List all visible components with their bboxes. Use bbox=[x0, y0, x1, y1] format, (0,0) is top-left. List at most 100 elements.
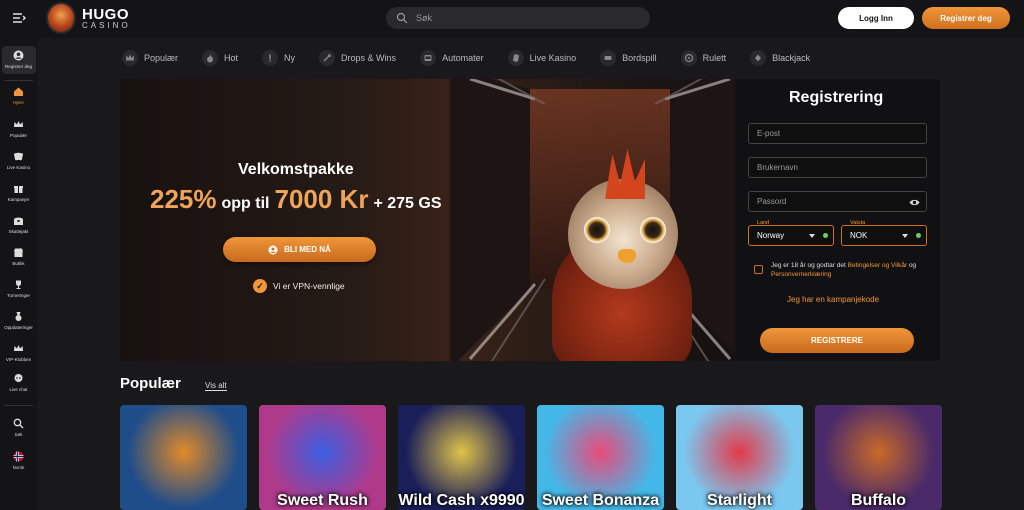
cards-icon bbox=[13, 150, 25, 162]
join-now-label: BLI MED NÅ bbox=[284, 245, 331, 254]
medal-icon bbox=[13, 310, 25, 322]
sidebar-item-label: Hjem bbox=[13, 100, 24, 105]
sidebar-item-home[interactable]: Hjem bbox=[0, 85, 37, 105]
tab-hot[interactable]: Hot bbox=[202, 50, 238, 66]
login-button[interactable]: Logg Inn bbox=[838, 7, 914, 29]
show-password-icon[interactable] bbox=[909, 197, 920, 208]
roulette-icon bbox=[680, 50, 697, 66]
terms-and: og bbox=[908, 262, 917, 269]
terms-prefix: Jeg er 18 år og godtar det bbox=[771, 262, 846, 269]
sidebar-divider bbox=[4, 80, 33, 81]
hero-offer: 225% opp til 7000 Kr + 275 GS bbox=[150, 184, 447, 215]
sidebar-item-language[interactable]: Norsk bbox=[0, 450, 37, 470]
category-bar: Populær Hot Ny Drops & Wins Automater Li… bbox=[120, 46, 940, 70]
tab-label: Rulett bbox=[702, 53, 727, 63]
sidebar-item-label: Butikk bbox=[12, 261, 25, 266]
sidebar-item-tournaments[interactable]: Turneringer bbox=[0, 278, 37, 298]
sidebar-item-popular[interactable]: Populær bbox=[0, 118, 37, 138]
terms-link[interactable]: Betingelser og Vilkår bbox=[848, 262, 908, 269]
sidebar-item-treasure-hunt[interactable]: Skattejakt bbox=[0, 214, 37, 234]
game-card-title: Wild Cash x9990 bbox=[398, 492, 525, 509]
sidebar-item-live-chat[interactable]: Live chat bbox=[0, 372, 37, 392]
password-field[interactable] bbox=[748, 191, 927, 212]
see-all-link[interactable]: Vis alt bbox=[205, 381, 227, 391]
privacy-link[interactable]: Personvernerklæring bbox=[771, 271, 831, 278]
game-card[interactable]: Starlight bbox=[676, 405, 803, 510]
sidebar-item-live-casino[interactable]: Live Kasino bbox=[0, 150, 37, 170]
sidebar-item-shop[interactable]: Butikk bbox=[0, 246, 37, 266]
mascot-left-eye bbox=[584, 217, 610, 243]
tab-label: Automater bbox=[442, 53, 484, 63]
terms-checkbox[interactable] bbox=[754, 265, 763, 274]
tab-slots[interactable]: Automater bbox=[420, 50, 484, 66]
crown-icon bbox=[13, 118, 25, 130]
tab-live-casino[interactable]: Live Kasino bbox=[507, 50, 576, 66]
game-card[interactable]: Sweet Rush bbox=[259, 405, 386, 510]
popular-title: Populær bbox=[120, 375, 181, 392]
country-value: Norway bbox=[757, 231, 785, 240]
tab-roulette[interactable]: Rulett bbox=[680, 50, 727, 66]
user-icon bbox=[268, 245, 278, 254]
tab-label: Populær bbox=[144, 53, 179, 63]
menu-toggle-icon[interactable] bbox=[12, 11, 27, 25]
logo[interactable]: HUGO CASINO bbox=[46, 2, 131, 34]
currency-value: NOK bbox=[850, 231, 868, 240]
username-field[interactable] bbox=[748, 157, 927, 178]
submit-registration-button[interactable]: REGISTRERE bbox=[760, 328, 914, 353]
registration-panel: Registrering Land Norway Valuta NOK Jeg … bbox=[735, 79, 940, 361]
email-field[interactable] bbox=[748, 123, 927, 144]
valid-dot-icon bbox=[916, 233, 921, 238]
sidebar-divider bbox=[4, 405, 33, 406]
sidebar-item-promotions[interactable]: Kampanjer bbox=[0, 182, 37, 202]
username-input[interactable] bbox=[757, 163, 907, 172]
vpn-notice: ✓ Vi er VPN-vennlige bbox=[253, 279, 345, 293]
sidebar-item-label: Turneringer bbox=[6, 293, 31, 298]
email-input[interactable] bbox=[757, 129, 907, 138]
search-bar[interactable] bbox=[386, 7, 650, 29]
sidebar-item-search[interactable]: Søk bbox=[0, 417, 37, 437]
sidebar-item-vip[interactable]: VIP-Klubben bbox=[0, 342, 37, 362]
sidebar-item-label: Skattejakt bbox=[8, 229, 29, 234]
sidebar-item-label: Live Kasino bbox=[6, 165, 31, 170]
offer-percent: 225% bbox=[150, 184, 217, 214]
sidebar-item-label: Oppdateringer bbox=[4, 325, 33, 330]
tab-new[interactable]: Ny bbox=[262, 50, 295, 66]
user-icon bbox=[13, 49, 25, 61]
password-input[interactable] bbox=[757, 197, 907, 206]
promo-code-link[interactable]: Jeg har en kampanjekode bbox=[787, 295, 879, 304]
tab-table-games[interactable]: Bordspill bbox=[600, 50, 657, 66]
tab-label: Drops & Wins bbox=[341, 53, 397, 63]
hero-banner[interactable]: Velkomstpakke 225% opp til 7000 Kr + 275… bbox=[120, 79, 735, 361]
offer-text: opp til bbox=[221, 195, 270, 212]
top-bar: HUGO CASINO Logg Inn Registrer deg bbox=[0, 0, 1024, 38]
sidebar-item-register[interactable]: Registrer deg bbox=[0, 49, 37, 69]
country-select[interactable]: Norway bbox=[748, 225, 834, 246]
chevron-down-icon bbox=[809, 234, 815, 238]
sidebar-item-label: VIP-Klubben bbox=[5, 357, 32, 362]
game-card[interactable]: Wild Cash x9990 bbox=[398, 405, 525, 510]
chevron-down-icon bbox=[902, 234, 908, 238]
vip-crown-icon bbox=[13, 342, 25, 354]
tab-blackjack[interactable]: Blackjack bbox=[750, 50, 810, 66]
terms-text: Jeg er 18 år og godtar det Betingelser o… bbox=[771, 261, 931, 279]
join-now-button[interactable]: BLI MED NÅ bbox=[223, 237, 376, 262]
search-icon bbox=[396, 12, 408, 24]
sidebar-item-label: Live chat bbox=[9, 387, 28, 392]
game-card[interactable] bbox=[120, 405, 247, 510]
register-button[interactable]: Registrer deg bbox=[922, 7, 1010, 29]
sidebar: Registrer deg Hjem Populær Live Kasino K… bbox=[0, 38, 37, 510]
sidebar-item-label: Norsk bbox=[12, 465, 25, 470]
mascot-right-eye bbox=[640, 217, 666, 243]
game-card[interactable]: Sweet Bonanza bbox=[537, 405, 664, 510]
search-input[interactable] bbox=[416, 13, 636, 23]
logo-title: HUGO bbox=[82, 5, 129, 23]
vpn-icon: ✓ bbox=[253, 279, 267, 293]
home-icon bbox=[13, 85, 25, 97]
game-card-title: Starlight bbox=[707, 492, 772, 509]
sidebar-item-missions[interactable]: Oppdateringer bbox=[0, 310, 37, 330]
currency-select[interactable]: NOK bbox=[841, 225, 927, 246]
tab-label: Hot bbox=[224, 53, 239, 63]
tab-popular[interactable]: Populær bbox=[122, 50, 178, 66]
tab-drops-wins[interactable]: Drops & Wins bbox=[319, 50, 396, 66]
game-card[interactable]: Buffalo bbox=[815, 405, 942, 510]
